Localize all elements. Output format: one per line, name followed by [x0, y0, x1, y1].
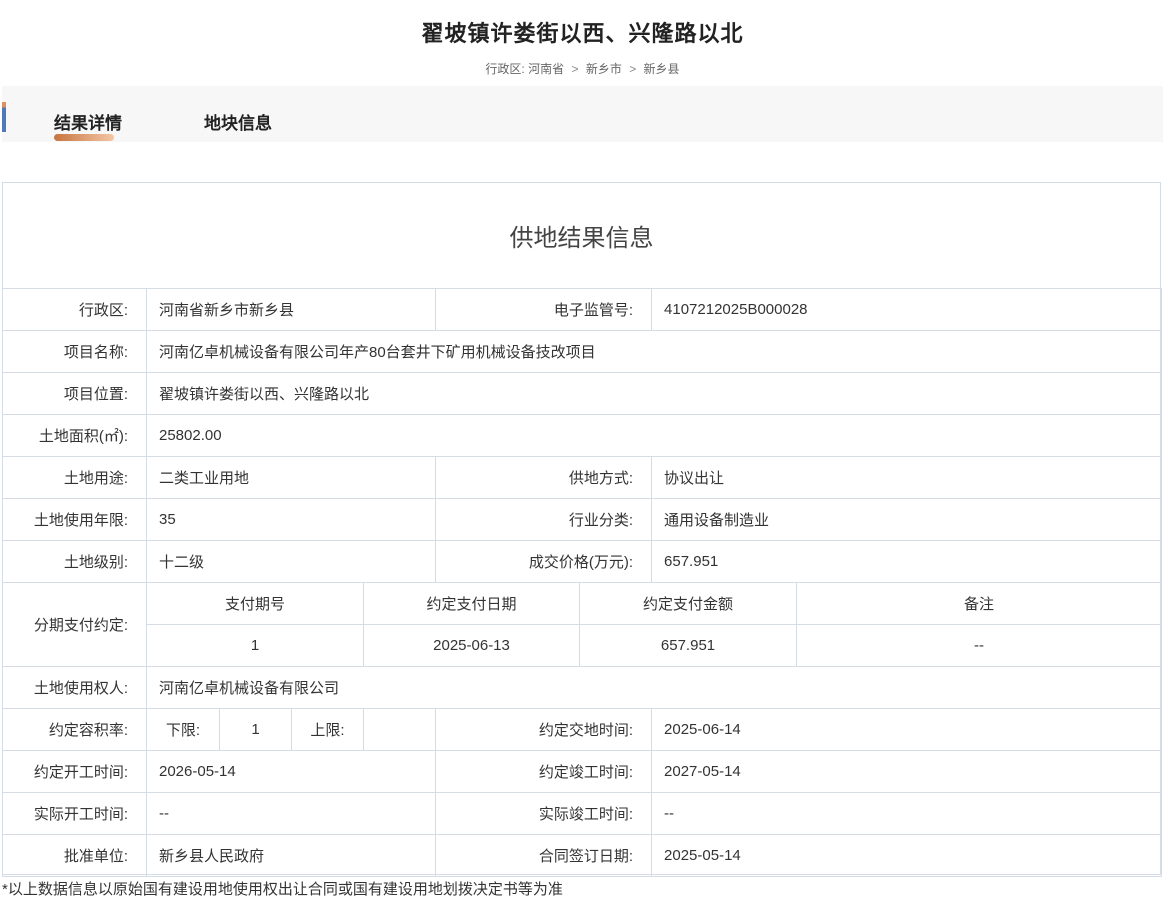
installment-date-value: 2025-06-13 [362, 624, 581, 667]
table-row: 批准单位: 新乡县人民政府 合同签订日期: 2025-05-14 [2, 834, 1163, 877]
right-holder-label: 土地使用权人: [2, 666, 147, 709]
finish-time-value: 2027-05-14 [651, 750, 1163, 793]
result-table: 行政区: 河南省新乡市新乡县 电子监管号: 4107212025B000028 … [2, 288, 1163, 877]
tab-result-details[interactable]: 结果详情 [54, 109, 122, 134]
installment-col-amount: 约定支付金额 [579, 582, 798, 625]
breadcrumb-city[interactable]: 新乡市 [586, 62, 622, 76]
land-area-value: 25802.00 [145, 414, 1163, 457]
table-row: 分期支付约定: 支付期号 约定支付日期 约定支付金额 备注 [2, 582, 1163, 667]
plot-ratio-label: 约定容积率: [2, 708, 147, 751]
approval-unit-label: 批准单位: [2, 834, 147, 877]
contract-date-label: 合同签订日期: [435, 834, 653, 877]
start-time-value: 2026-05-14 [145, 750, 437, 793]
supervision-no-value: 4107212025B000028 [651, 288, 1163, 331]
handover-time-value: 2025-06-14 [651, 708, 1163, 751]
installment-remark-value: -- [796, 624, 1163, 667]
actual-finish-value: -- [651, 792, 1163, 835]
industry-value: 通用设备制造业 [651, 498, 1163, 541]
deal-price-label: 成交价格(万元): [435, 540, 653, 583]
supply-method-label: 供地方式: [435, 456, 653, 499]
installment-col-remark: 备注 [796, 582, 1163, 625]
land-level-value: 十二级 [145, 540, 437, 583]
deal-price-value: 657.951 [651, 540, 1163, 583]
plot-ratio-lower-value: 1 [219, 708, 292, 751]
installment-label: 分期支付约定: [2, 582, 147, 667]
right-holder-value: 河南亿卓机械设备有限公司 [145, 666, 1163, 709]
table-row: 土地面积(㎡): 25802.00 [2, 414, 1163, 457]
table-row: 1 2025-06-13 657.951 -- [3, 624, 1163, 667]
installment-period-value: 1 [146, 624, 364, 667]
table-row: 行政区: 河南省新乡市新乡县 电子监管号: 4107212025B000028 [2, 288, 1163, 331]
table-row: 项目位置: 翟坡镇许娄街以西、兴隆路以北 [2, 372, 1163, 415]
tab-active-underline [54, 134, 114, 141]
district-value: 河南省新乡市新乡县 [145, 288, 437, 331]
land-area-label: 土地面积(㎡): [2, 414, 147, 457]
finish-time-label: 约定竣工时间: [435, 750, 653, 793]
installment-amount-value: 657.951 [579, 624, 798, 667]
approval-unit-value: 新乡县人民政府 [145, 834, 437, 877]
table-row: 约定容积率: 下限: 1 上限: 约定交地时间: 2025-06-14 [2, 708, 1163, 751]
breadcrumb-label: 行政区: [485, 62, 525, 76]
use-term-value: 35 [145, 498, 437, 541]
land-use-value: 二类工业用地 [145, 456, 437, 499]
table-row: 约定开工时间: 2026-05-14 约定竣工时间: 2027-05-14 [2, 750, 1163, 793]
actual-finish-label: 实际竣工时间: [435, 792, 653, 835]
tab-bar-accent [2, 102, 6, 132]
table-row: 土地使用年限: 35 行业分类: 通用设备制造业 [2, 498, 1163, 541]
result-panel: 供地结果信息 行政区: 河南省新乡市新乡县 电子监管号: 4107212025B… [2, 182, 1163, 877]
table-row: 土地级别: 十二级 成交价格(万元): 657.951 [2, 540, 1163, 583]
plot-ratio-lower-label: 下限: [146, 708, 220, 751]
breadcrumb-separator: > [629, 62, 637, 76]
table-row: 土地用途: 二类工业用地 供地方式: 协议出让 [2, 456, 1163, 499]
project-name-value: 河南亿卓机械设备有限公司年产80台套井下矿用机械设备技改项目 [145, 330, 1163, 373]
breadcrumb-separator: > [571, 62, 579, 76]
footnote: *以上数据信息以原始国有建设用地使用权出让合同或国有建设用地划拨决定书等为准 [2, 881, 563, 898]
tab-parcel-info[interactable]: 地块信息 [204, 109, 272, 134]
breadcrumb-province[interactable]: 河南省 [528, 62, 564, 76]
breadcrumb-county[interactable]: 新乡县 [644, 62, 680, 76]
breadcrumb: 行政区: 河南省 > 新乡市 > 新乡县 [0, 60, 1165, 77]
handover-time-label: 约定交地时间: [435, 708, 653, 751]
start-time-label: 约定开工时间: [2, 750, 147, 793]
panel-title: 供地结果信息 [3, 183, 1160, 289]
land-use-label: 土地用途: [2, 456, 147, 499]
table-row: 土地使用权人: 河南亿卓机械设备有限公司 [2, 666, 1163, 709]
tab-bar: 结果详情 地块信息 [2, 86, 1163, 142]
actual-start-value: -- [145, 792, 437, 835]
land-level-label: 土地级别: [2, 540, 147, 583]
plot-ratio-upper-value [362, 708, 437, 751]
page-title: 翟坡镇许娄街以西、兴隆路以北 [421, 21, 744, 46]
contract-date-value: 2025-05-14 [651, 834, 1163, 877]
actual-start-label: 实际开工时间: [2, 792, 147, 835]
district-label: 行政区: [2, 288, 147, 331]
plot-ratio-upper-label: 上限: [291, 708, 364, 751]
supply-method-value: 协议出让 [651, 456, 1163, 499]
project-name-label: 项目名称: [2, 330, 147, 373]
use-term-label: 土地使用年限: [2, 498, 147, 541]
table-row: 实际开工时间: -- 实际竣工时间: -- [2, 792, 1163, 835]
table-row: 项目名称: 河南亿卓机械设备有限公司年产80台套井下矿用机械设备技改项目 [2, 330, 1163, 373]
project-location-value: 翟坡镇许娄街以西、兴隆路以北 [145, 372, 1163, 415]
installment-col-period: 支付期号 [146, 582, 364, 625]
project-location-label: 项目位置: [2, 372, 147, 415]
industry-label: 行业分类: [435, 498, 653, 541]
installment-col-date: 约定支付日期 [362, 582, 581, 625]
supervision-no-label: 电子监管号: [435, 288, 653, 331]
